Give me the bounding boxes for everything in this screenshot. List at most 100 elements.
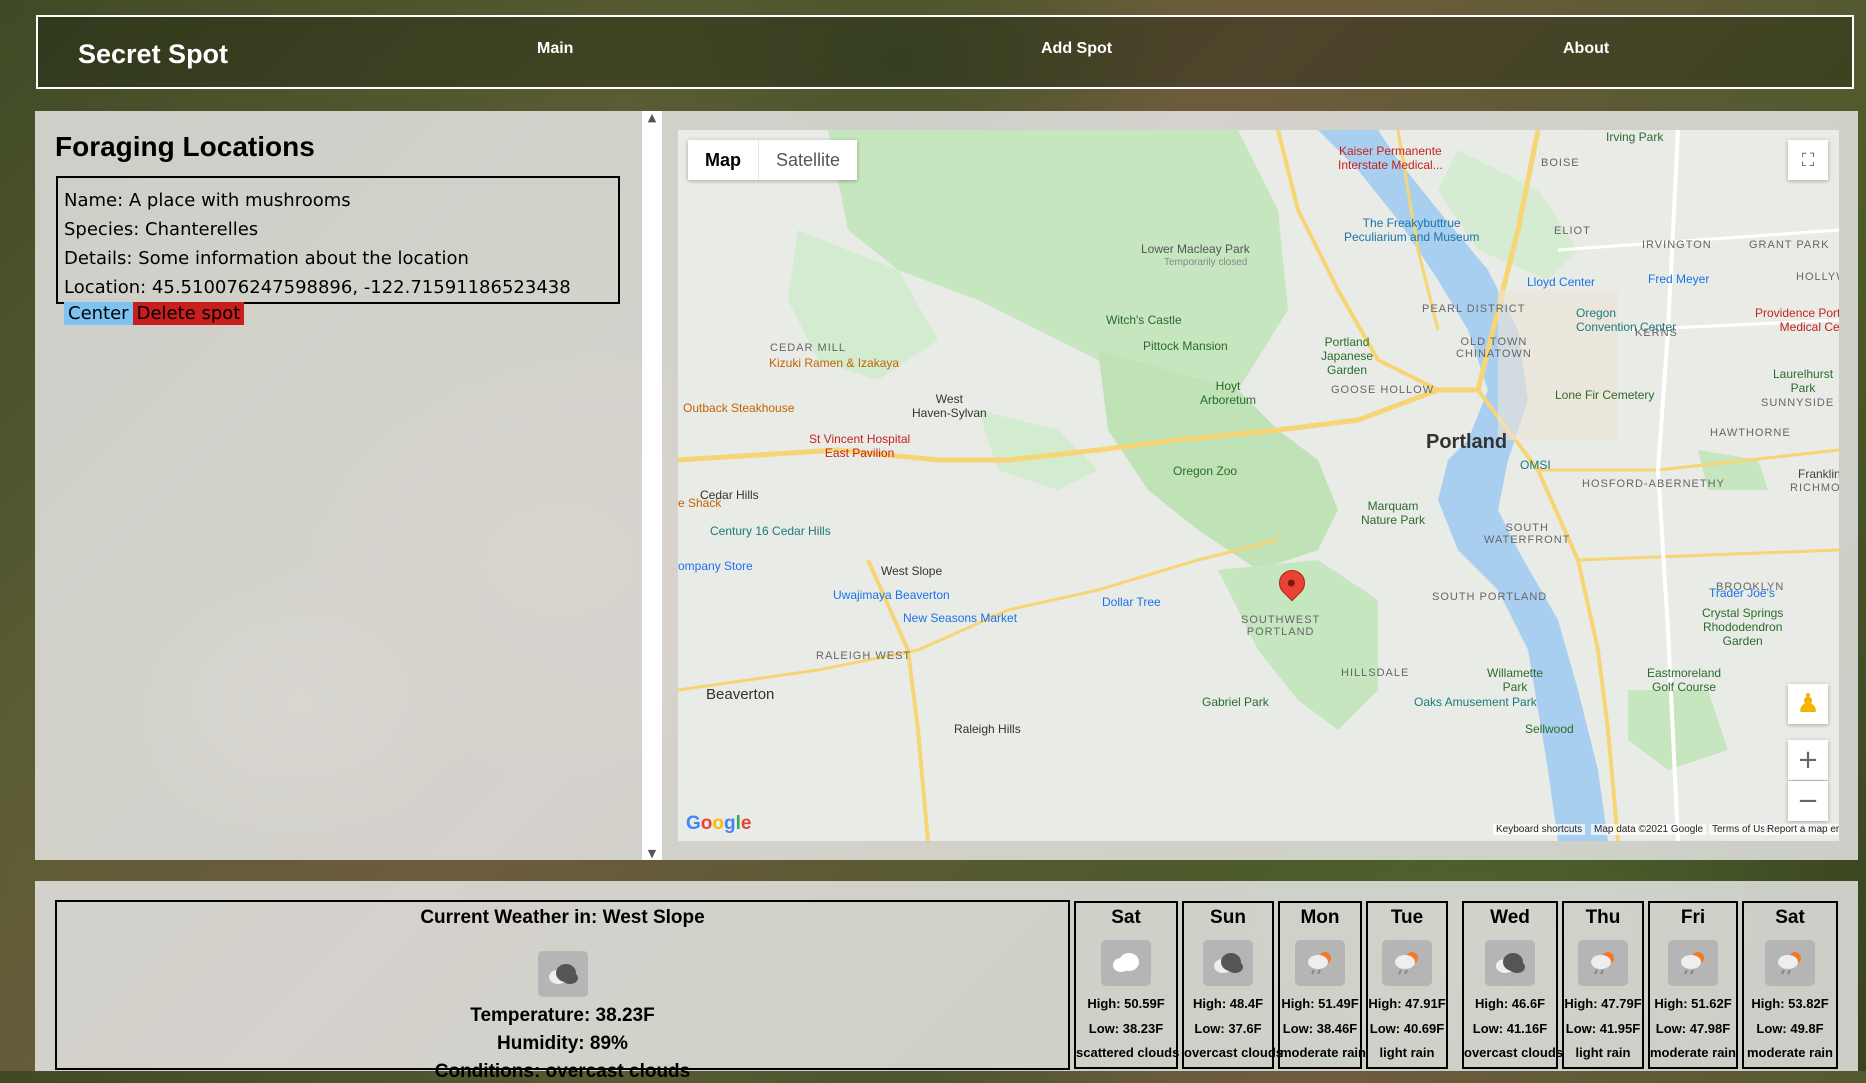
center-button[interactable]: Center bbox=[64, 302, 133, 325]
map-label-japanese-garden: Portland Japanese Garden bbox=[1321, 335, 1374, 377]
forecast-day-name: Sun bbox=[1210, 907, 1246, 928]
zoom-in-icon[interactable]: + bbox=[1788, 740, 1828, 780]
forecast-high: High: 50.59F bbox=[1087, 996, 1165, 1011]
forecast-day: Sat High: 53.82F Low: 49.8F moderate rai… bbox=[1742, 901, 1838, 1069]
map-label-witchs-castle: Witch's Castle bbox=[1106, 313, 1182, 327]
location-coordinates: Location: 45.510076247598896, -122.71591… bbox=[64, 277, 571, 298]
forecast-condition: scattered clouds bbox=[1076, 1045, 1180, 1060]
map-label-uwajimaya: Uwajimaya Beaverton bbox=[833, 588, 950, 602]
dark-cloud-icon bbox=[1485, 940, 1535, 986]
forecast-day-name: Wed bbox=[1490, 907, 1530, 928]
forecast-day-name: Fri bbox=[1680, 907, 1706, 928]
map-label-willamette-park: Willamette Park bbox=[1487, 666, 1544, 694]
map-label-kerns: KERNS bbox=[1635, 327, 1678, 339]
map-label-south-waterfront: SOUTH WATERFRONT bbox=[1484, 522, 1571, 546]
map-label-irving-park: Irving Park bbox=[1606, 130, 1664, 144]
map-label-west-haven: West Haven-Sylvan bbox=[912, 392, 987, 420]
forecast-condition: moderate rain bbox=[1650, 1045, 1736, 1060]
map-label-gabriel-park: Gabriel Park bbox=[1202, 695, 1269, 709]
rain-icon bbox=[1295, 940, 1345, 986]
forecast-day-name: Sat bbox=[1775, 907, 1805, 928]
nav-link-main[interactable]: Main bbox=[537, 40, 573, 58]
map-label-temporarily-closed: Temporarily closed bbox=[1164, 257, 1248, 268]
map-label-eliot: ELIOT bbox=[1554, 225, 1591, 237]
location-details: Details: Some information about the loca… bbox=[64, 248, 469, 269]
zoom-out-icon[interactable]: − bbox=[1788, 781, 1828, 821]
fullscreen-icon[interactable]: ⛶ bbox=[1788, 140, 1828, 180]
forecast-low: Low: 41.95F bbox=[1565, 1021, 1641, 1036]
map-label-dollar-tree: Dollar Tree bbox=[1102, 595, 1161, 609]
map-label-kaiser: Kaiser Permanente Interstate Medical... bbox=[1338, 144, 1443, 172]
map-label-outback: Outback Steakhouse bbox=[683, 401, 795, 415]
map-label-sellwood: Sellwood bbox=[1525, 722, 1574, 736]
current-temperature: Temperature: 38.23F bbox=[470, 1005, 655, 1026]
map-label-south-portland: SOUTH PORTLAND bbox=[1432, 591, 1548, 603]
keyboard-shortcuts-link[interactable]: Keyboard shortcuts bbox=[1493, 824, 1586, 835]
forecast-high: High: 48.4F bbox=[1192, 996, 1264, 1011]
forecast-condition: light rain bbox=[1379, 1045, 1435, 1060]
forecast-day: Fri High: 51.62F Low: 47.98F moderate ra… bbox=[1648, 901, 1738, 1069]
map-label-kizuki: Kizuki Ramen & Izakaya bbox=[769, 356, 900, 370]
scroll-up-icon[interactable]: ▲ bbox=[642, 111, 662, 124]
forecast-low: Low: 47.98F bbox=[1655, 1021, 1731, 1036]
scroll-down-icon[interactable]: ▼ bbox=[642, 847, 662, 860]
locations-panel: Foraging Locations Name: A place with mu… bbox=[35, 111, 640, 860]
forecast-high: High: 53.82F bbox=[1751, 996, 1829, 1011]
map-type-satellite-button[interactable]: Satellite bbox=[758, 140, 857, 180]
map-label-hawthorne: HAWTHORNE bbox=[1710, 427, 1791, 439]
nav-link-add-spot[interactable]: Add Spot bbox=[1041, 40, 1112, 58]
location-card: Name: A place with mushrooms Species: Ch… bbox=[56, 176, 620, 325]
forecast-high: High: 51.49F bbox=[1281, 996, 1359, 1011]
forecast-high: High: 47.79F bbox=[1564, 996, 1642, 1011]
forecast-day: Wed High: 46.6F Low: 41.16F overcast clo… bbox=[1462, 901, 1563, 1069]
forecast-day: Mon High: 51.49F Low: 38.46F moderate ra… bbox=[1278, 901, 1366, 1069]
map-label-goose-hollow: GOOSE HOLLOW bbox=[1331, 384, 1435, 396]
map-label-crystal-springs: Crystal Springs Rhododendron Garden bbox=[1702, 606, 1784, 648]
map-label-portland: Portland bbox=[1426, 431, 1508, 453]
map-label-raleigh-hills: Raleigh Hills bbox=[954, 722, 1021, 736]
map-label-marquam: Marquam Nature Park bbox=[1361, 499, 1426, 527]
map-label-brooklyn: BROOKLYN bbox=[1716, 581, 1785, 593]
map-label-oaks: Oaks Amusement Park bbox=[1414, 695, 1537, 709]
current-cloud-icon bbox=[537, 951, 588, 997]
map-label-company-store: ompany Store bbox=[678, 559, 753, 573]
delete-spot-button[interactable]: Delete spot bbox=[132, 302, 245, 325]
street-view-pegman-icon[interactable]: ♟ bbox=[1788, 684, 1828, 724]
map-view[interactable]: Map Satellite ⛶ ♟ + − Portland Beaverton… bbox=[678, 130, 1839, 841]
map-label-century16: Century 16 Cedar Hills bbox=[710, 524, 831, 538]
map-label-lloyd-center: Lloyd Center bbox=[1527, 275, 1596, 289]
forecast-day: Thu High: 47.79F Low: 41.95F light rain bbox=[1562, 901, 1644, 1069]
map-type-control: Map Satellite bbox=[688, 140, 858, 180]
forecast-day: Tue High: 47.91F Low: 40.69F light rain bbox=[1366, 901, 1448, 1069]
map-label-richmond: RICHMOND bbox=[1790, 482, 1839, 494]
current-weather-title: Current Weather in: West Slope bbox=[420, 907, 705, 928]
map-label-lone-fir: Lone Fir Cemetery bbox=[1555, 388, 1655, 402]
map-label-freakybuttrue: The Freakybuttrue Peculiarium and Museum bbox=[1344, 216, 1480, 244]
map-label-omsi: OMSI bbox=[1520, 458, 1551, 472]
map-label-franklin: Franklin bbox=[1798, 467, 1839, 481]
google-logo[interactable]: Google bbox=[686, 813, 751, 835]
map-label-shack: e Shack bbox=[678, 496, 722, 510]
map-label-fred-meyer: Fred Meyer bbox=[1648, 272, 1710, 286]
brand-logo[interactable]: Secret Spot bbox=[78, 39, 228, 70]
map-label-laurelhurst: Laurelhurst Park bbox=[1773, 367, 1834, 395]
forecast-high: High: 46.6F bbox=[1474, 996, 1546, 1011]
forecast-high: High: 47.91F bbox=[1368, 996, 1446, 1011]
map-label-boise: BOISE bbox=[1541, 157, 1580, 169]
forecast-day: Sat High: 50.59F Low: 38.23F scattered c… bbox=[1074, 901, 1180, 1069]
report-map-error-link[interactable]: Report a map error bbox=[1764, 824, 1839, 835]
forecast-low: Low: 40.69F bbox=[1369, 1021, 1445, 1036]
nav-link-about[interactable]: About bbox=[1563, 40, 1609, 58]
map-label-lower-macleay: Lower Macleay Park bbox=[1141, 242, 1250, 256]
forecast-day-name: Thu bbox=[1585, 907, 1621, 928]
rain-icon bbox=[1765, 940, 1815, 986]
cloud-icon bbox=[1101, 940, 1151, 986]
location-name: Name: A place with mushrooms bbox=[64, 190, 351, 211]
locations-scrollbar[interactable]: ▲ ▼ bbox=[642, 111, 662, 860]
rain-icon bbox=[1578, 940, 1628, 986]
location-species: Species: Chanterelles bbox=[64, 219, 259, 240]
location-actions: Center Delete spot bbox=[64, 302, 612, 325]
map-type-map-button[interactable]: Map bbox=[688, 140, 758, 180]
rain-icon bbox=[1668, 940, 1718, 986]
map-label-eastmoreland: Eastmoreland Golf Course bbox=[1647, 666, 1722, 694]
